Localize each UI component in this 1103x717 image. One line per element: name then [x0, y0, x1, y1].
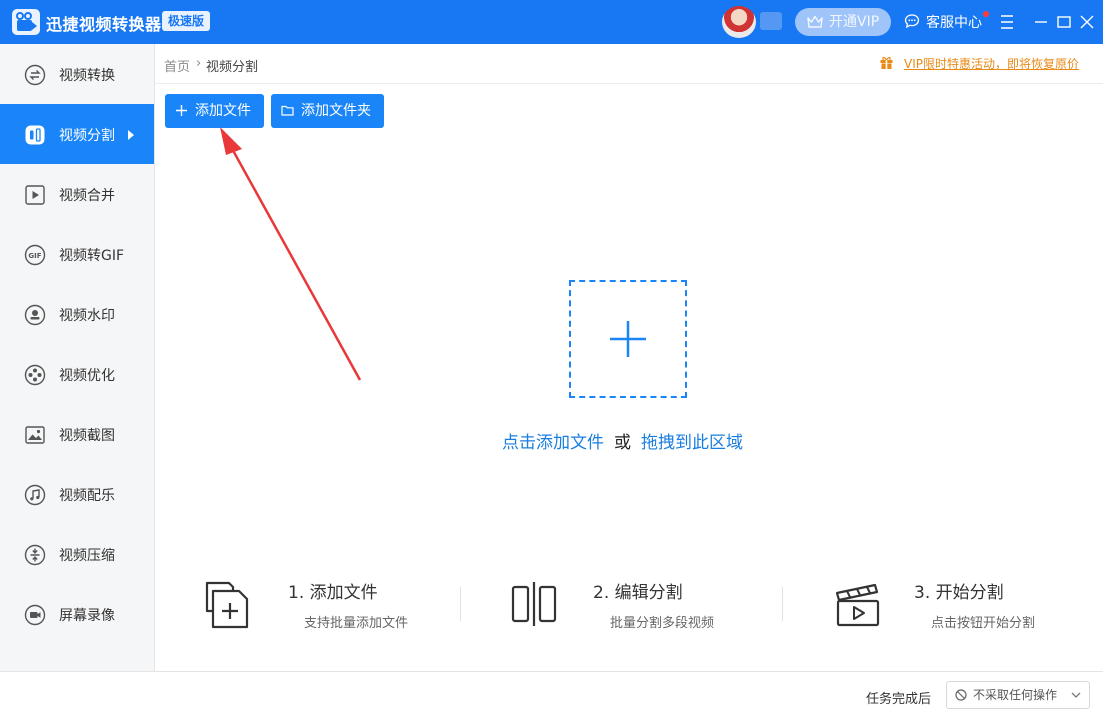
merge-icon — [25, 185, 45, 205]
avatar[interactable] — [722, 6, 756, 38]
svg-text:GIF: GIF — [28, 252, 41, 260]
title-bar: 迅捷视频转换器 极速版 开通VIP 客服中心 — [0, 0, 1103, 44]
record-icon — [24, 604, 46, 626]
drop-hint: 点击添加文件或拖拽到此区域 — [502, 428, 743, 453]
step-title: 3. 开始分割 — [914, 583, 1004, 603]
footer-bar: 任务完成后 不采取任何操作 — [0, 671, 1103, 717]
sidebar-item-compress[interactable]: 视频压缩 — [0, 524, 154, 584]
breadcrumb-separator: › — [196, 56, 202, 71]
notification-dot — [983, 11, 989, 17]
music-icon — [24, 484, 46, 506]
customer-service-button[interactable]: 客服中心 — [904, 12, 982, 32]
split-icon — [25, 125, 45, 145]
optimize-icon — [24, 364, 46, 386]
sidebar-item-convert[interactable]: 视频转换 — [0, 44, 154, 104]
vip-label: 开通VIP — [829, 14, 880, 30]
minimize-icon[interactable] — [1030, 11, 1052, 33]
convert-icon — [24, 64, 46, 86]
ban-icon — [955, 689, 967, 701]
compress-icon — [24, 544, 46, 566]
step-desc: 支持批量添加文件 — [304, 616, 409, 631]
menu-icon[interactable] — [996, 11, 1018, 33]
drag-here-link[interactable]: 拖拽到此区域 — [641, 433, 743, 453]
sidebar-item-screenshot[interactable]: 视频截图 — [0, 404, 154, 464]
sidebar-item-merge[interactable]: 视频合并 — [0, 164, 154, 224]
sidebar: 视频转换 视频分割 视频合并 GIF 视频转GIF 视频水印 视频优化 视频截图… — [0, 44, 155, 671]
screenshot-icon — [25, 426, 45, 444]
step-title: 1. 添加文件 — [288, 583, 378, 603]
sidebar-item-label: 视频分割 — [59, 128, 115, 144]
step-title: 2. 编辑分割 — [593, 583, 683, 603]
vip-promo-link[interactable]: VIP限时特惠活动，即将恢复原价 — [879, 55, 1079, 72]
breadcrumb-home-link[interactable]: 首页 — [164, 56, 190, 75]
sidebar-item-gif[interactable]: GIF 视频转GIF — [0, 224, 154, 284]
sidebar-item-label: 视频压缩 — [59, 548, 115, 564]
breadcrumb-current: 视频分割 — [206, 60, 259, 75]
sidebar-item-watermark[interactable]: 视频水印 — [0, 284, 154, 344]
open-vip-button[interactable]: 开通VIP — [795, 8, 891, 36]
sidebar-item-label: 屏幕录像 — [59, 608, 115, 624]
sidebar-item-label: 视频转换 — [59, 68, 115, 84]
username-blurred[interactable] — [760, 12, 782, 30]
sidebar-item-label: 视频转GIF — [59, 248, 125, 264]
active-arrow-icon — [128, 130, 134, 140]
gif-icon: GIF — [24, 244, 46, 266]
add-files-icon — [205, 581, 249, 629]
click-add-file-link[interactable]: 点击添加文件 — [502, 433, 604, 453]
sidebar-item-label: 视频水印 — [59, 308, 115, 324]
step-desc: 点击按钮开始分割 — [931, 616, 1036, 631]
step-divider — [460, 587, 461, 621]
app-logo-icon — [12, 9, 40, 35]
plus-icon — [176, 105, 187, 116]
sidebar-item-optimize[interactable]: 视频优化 — [0, 344, 154, 404]
service-label: 客服中心 — [926, 15, 982, 31]
after-task-label: 任务完成后 — [866, 692, 932, 707]
drop-zone[interactable] — [569, 280, 687, 398]
or-text: 或 — [614, 433, 631, 453]
edition-badge: 极速版 — [162, 11, 211, 31]
sidebar-item-label: 视频合并 — [59, 188, 115, 204]
sidebar-item-music[interactable]: 视频配乐 — [0, 464, 154, 524]
maximize-icon[interactable] — [1053, 11, 1075, 33]
breadcrumb: 首页 › 视频分割 VIP限时特惠活动，即将恢复原价 — [155, 44, 1103, 84]
sidebar-item-label: 视频截图 — [59, 428, 115, 444]
after-task-selected: 不采取任何操作 — [973, 688, 1058, 702]
add-plus-icon — [610, 321, 646, 357]
after-task-select[interactable]: 不采取任何操作 — [946, 681, 1090, 709]
step-divider — [782, 587, 783, 621]
sidebar-item-label: 视频优化 — [59, 368, 115, 384]
promo-text: VIP限时特惠活动，即将恢复原价 — [904, 57, 1079, 71]
chat-icon — [904, 14, 920, 29]
sidebar-item-split[interactable]: 视频分割 — [0, 104, 154, 164]
chevron-down-icon — [1071, 692, 1081, 698]
sidebar-item-label: 视频配乐 — [59, 488, 115, 504]
split-clips-icon — [511, 582, 557, 626]
sidebar-item-record[interactable]: 屏幕录像 — [0, 584, 154, 644]
clapperboard-icon — [835, 583, 880, 627]
app-title: 迅捷视频转换器 — [46, 15, 162, 34]
gift-icon — [880, 56, 893, 69]
crown-icon — [807, 15, 823, 28]
watermark-icon — [24, 304, 46, 326]
annotation-arrow — [220, 127, 362, 381]
step-desc: 批量分割多段视频 — [610, 616, 715, 631]
close-icon[interactable] — [1076, 11, 1098, 33]
